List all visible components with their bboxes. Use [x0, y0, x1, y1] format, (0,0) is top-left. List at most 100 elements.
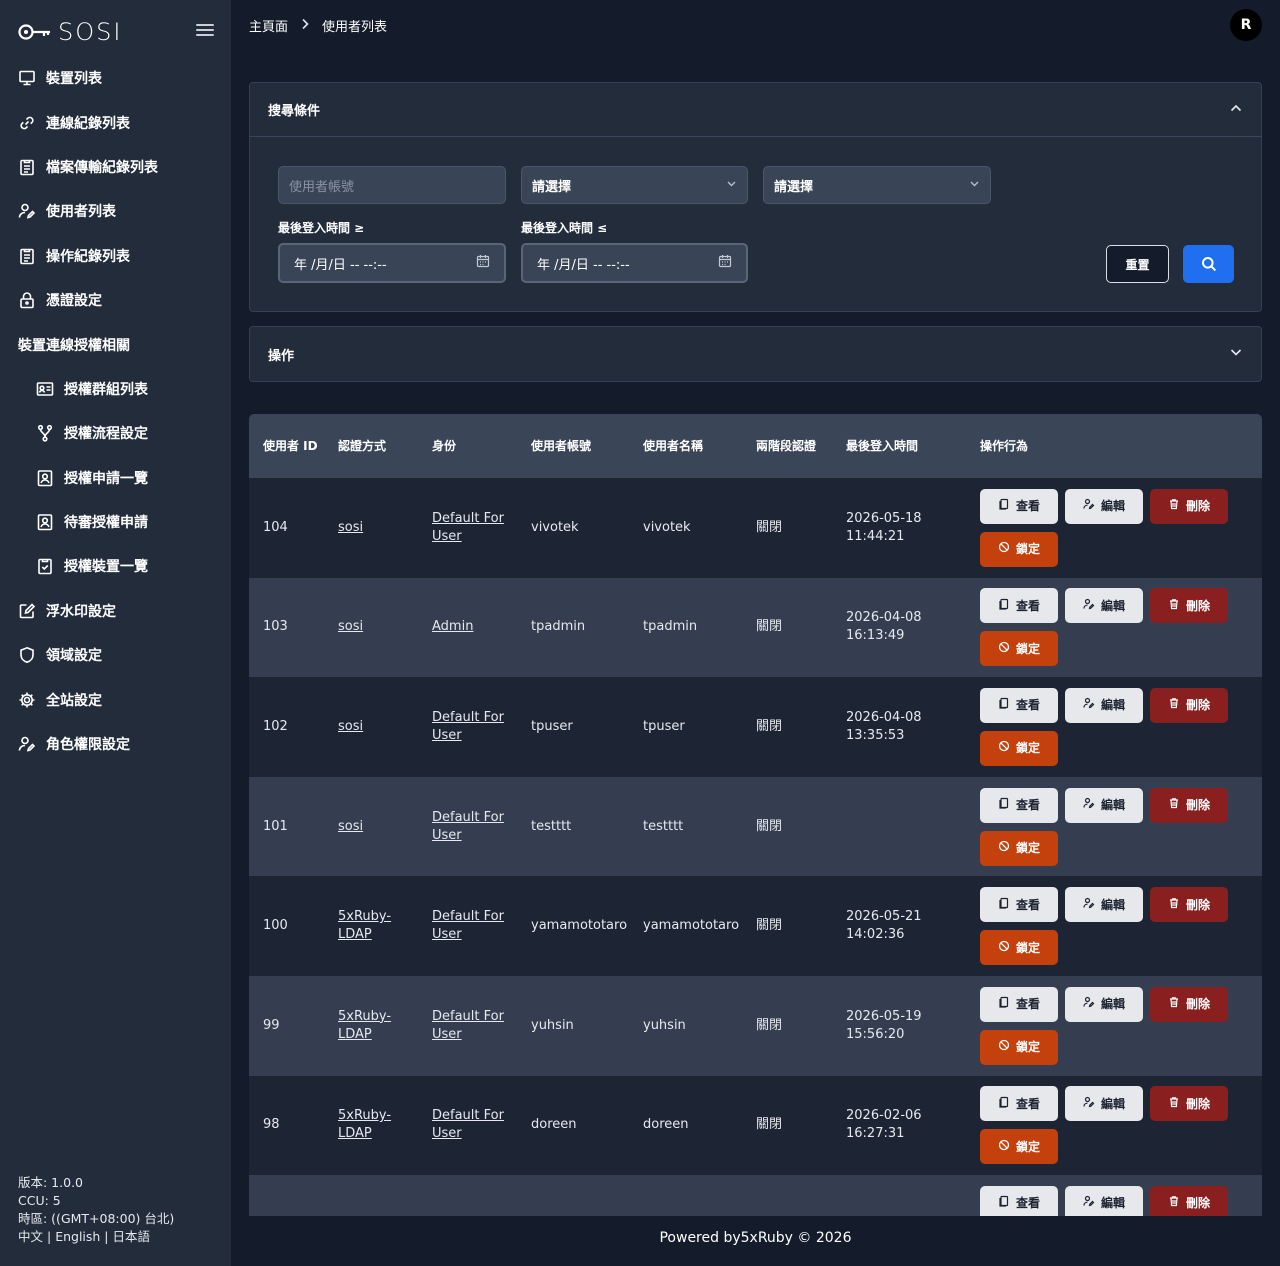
sidebar-item-file-transfer-logs[interactable]: 檔案傳輸紀錄列表 [0, 145, 231, 189]
sidebar-item-label: 角色權限設定 [46, 737, 130, 754]
edit-button[interactable]: 編輯 [1065, 488, 1143, 524]
calendar-icon[interactable] [476, 254, 490, 272]
edit-button[interactable]: 編輯 [1065, 1185, 1143, 1216]
copy-icon [998, 1194, 1010, 1212]
app-logo[interactable]: SOSI [18, 18, 122, 46]
sidebar-item-label: 授權申請一覽 [64, 470, 148, 487]
sidebar-item-connection-logs[interactable]: 連線紀錄列表 [0, 100, 231, 144]
lock-button[interactable]: 鎖定 [980, 631, 1058, 667]
edit-button[interactable]: 編輯 [1065, 787, 1143, 823]
page-footer: Powered by5xRuby © 2026 [659, 1230, 852, 1246]
lang-separator: | [43, 1229, 56, 1244]
avatar[interactable]: R [1230, 9, 1262, 41]
view-button[interactable]: 查看 [980, 488, 1058, 524]
edit-button[interactable]: 編輯 [1065, 986, 1143, 1022]
auth-method-link[interactable]: 5xRuby-LDAP [338, 1009, 391, 1042]
lock-button[interactable]: 鎖定 [980, 830, 1058, 866]
view-button[interactable]: 查看 [980, 887, 1058, 923]
auth-method-link[interactable]: sosi [338, 719, 363, 734]
edit-button[interactable]: 編輯 [1065, 1086, 1143, 1122]
sidebar-item-watermark-settings[interactable]: 浮水印設定 [0, 589, 231, 633]
role-link[interactable]: Default For User [432, 810, 504, 843]
breadcrumb-home[interactable]: 主頁面 [249, 16, 288, 35]
role-select[interactable]: 請選擇 [763, 166, 991, 204]
lock-button-label: 鎖定 [1015, 1040, 1040, 1055]
calendar-icon[interactable] [718, 254, 732, 272]
auth-method-link[interactable]: 5xRuby-LDAP [338, 1108, 391, 1141]
column-header: 兩階段認證 [756, 439, 817, 453]
role-link[interactable]: Admin [432, 619, 473, 634]
role-link[interactable]: Default For User [432, 511, 504, 544]
lock-button[interactable]: 鎖定 [980, 1029, 1058, 1065]
user-id-cell: 102 [263, 718, 288, 734]
account-cell: tpuser [531, 718, 573, 734]
view-button[interactable]: 查看 [980, 1185, 1058, 1216]
role-link[interactable]: Default For User [432, 909, 504, 942]
account-search-input[interactable]: 使用者帳號 [278, 166, 506, 204]
ccu-text: CCU: 5 [18, 1193, 61, 1208]
delete-button[interactable]: 刪除 [1150, 887, 1228, 923]
last-login-cell: 2026-04-08 13:35:53 [846, 709, 922, 743]
sidebar-item-authorized-devices[interactable]: 授權裝置一覽 [0, 544, 231, 588]
delete-button[interactable]: 刪除 [1150, 787, 1228, 823]
delete-button[interactable]: 刪除 [1150, 1185, 1228, 1216]
auth-method-link[interactable]: sosi [338, 819, 363, 834]
name-cell: yamamototaro [643, 918, 740, 934]
sidebar-item-site-settings[interactable]: 全站設定 [0, 677, 231, 721]
lock-button[interactable]: 鎖定 [980, 531, 1058, 567]
sidebar-item-operation-logs[interactable]: 操作紀錄列表 [0, 234, 231, 278]
role-link[interactable]: Default For User [432, 1108, 504, 1141]
sidebar-item-auth-requests[interactable]: 授權申請一覽 [0, 456, 231, 500]
search-panel-header[interactable]: 搜尋條件 [250, 83, 1261, 137]
edit-button[interactable]: 編輯 [1065, 588, 1143, 624]
last-login-cell: 2026-02-06 16:27:31 [846, 1108, 922, 1142]
edit-button[interactable]: 編輯 [1065, 687, 1143, 723]
role-link[interactable]: Default For User [432, 710, 504, 743]
search-button[interactable] [1183, 245, 1234, 283]
view-button[interactable]: 查看 [980, 1086, 1058, 1122]
sidebar-item-role-permissions[interactable]: 角色權限設定 [0, 722, 231, 766]
lock-button[interactable]: 鎖定 [980, 730, 1058, 766]
delete-button[interactable]: 刪除 [1150, 986, 1228, 1022]
chevron-down-icon [726, 178, 737, 193]
name-cell: yuhsin [643, 1017, 686, 1033]
role-link[interactable]: Default For User [432, 1009, 504, 1042]
trash-icon [1168, 497, 1180, 515]
operations-panel-header[interactable]: 操作 [250, 327, 1261, 381]
sidebar-item-auth-groups[interactable]: 授權群組列表 [0, 367, 231, 411]
edit-button[interactable]: 編輯 [1065, 887, 1143, 923]
edit-button-label: 編輯 [1100, 798, 1125, 813]
column-header: 操作行為 [980, 439, 1029, 453]
sidebar-item-users[interactable]: 使用者列表 [0, 189, 231, 233]
lock-button[interactable]: 鎖定 [980, 930, 1058, 966]
last-login-to-input[interactable]: 年 /月/日 -- --:-- [521, 243, 748, 283]
delete-button[interactable]: 刪除 [1150, 1086, 1228, 1122]
delete-button[interactable]: 刪除 [1150, 488, 1228, 524]
sidebar-item-auth-flow[interactable]: 授權流程設定 [0, 411, 231, 455]
view-button[interactable]: 查看 [980, 787, 1058, 823]
auth-method-select[interactable]: 請選擇 [521, 166, 748, 204]
reset-button[interactable]: 重置 [1106, 245, 1169, 283]
sidebar-item-domain-settings[interactable]: 領域設定 [0, 633, 231, 677]
lang-ja-link[interactable]: 日本語 [113, 1229, 151, 1244]
sidebar-item-pending-auth[interactable]: 待審授權申請 [0, 500, 231, 544]
ban-icon [998, 540, 1010, 558]
trash-icon [1168, 597, 1180, 615]
sidebar-item-certificate-settings[interactable]: 憑證設定 [0, 278, 231, 322]
delete-button[interactable]: 刪除 [1150, 588, 1228, 624]
sidebar-item-devices[interactable]: 裝置列表 [0, 56, 231, 100]
view-button[interactable]: 查看 [980, 588, 1058, 624]
auth-method-link[interactable]: 5xRuby-LDAP [338, 909, 391, 942]
last-login-from-input[interactable]: 年 /月/日 -- --:-- [278, 243, 506, 283]
lang-zh-link[interactable]: 中文 [18, 1229, 43, 1244]
chevron-down-icon [1229, 345, 1243, 363]
auth-method-link[interactable]: sosi [338, 520, 363, 535]
last-login-cell: 2026-05-18 11:44:21 [846, 510, 922, 544]
auth-method-link[interactable]: sosi [338, 619, 363, 634]
menu-toggle-icon[interactable] [196, 24, 214, 38]
delete-button[interactable]: 刪除 [1150, 687, 1228, 723]
lang-en-link[interactable]: English [55, 1229, 100, 1244]
lock-button[interactable]: 鎖定 [980, 1129, 1058, 1165]
view-button[interactable]: 查看 [980, 986, 1058, 1022]
view-button[interactable]: 查看 [980, 687, 1058, 723]
